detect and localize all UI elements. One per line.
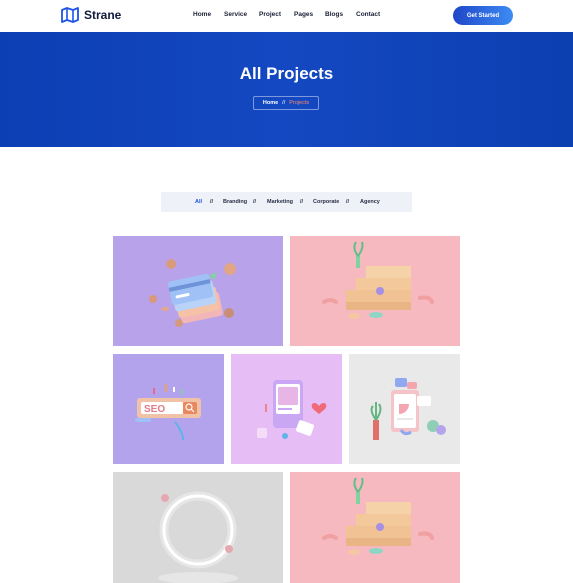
map-icon <box>61 7 79 23</box>
brand-logo[interactable]: Strane <box>61 7 121 23</box>
project-card-phone[interactable] <box>231 354 342 464</box>
nav-home[interactable]: Home <box>193 11 211 18</box>
breadcrumb-current: Projects <box>289 100 310 106</box>
page-title: All Projects <box>239 64 334 83</box>
site-header: Strane Home Service Project Pages Blogs … <box>0 0 573 32</box>
nav-contact[interactable]: Contact <box>356 11 380 18</box>
glowing-ring-illustration <box>158 491 238 583</box>
nav-service[interactable]: Service <box>224 11 247 18</box>
nav-pages[interactable]: Pages <box>294 11 313 18</box>
filter-separator: // <box>300 199 304 205</box>
project-card-ring[interactable] <box>113 472 283 583</box>
credit-cards-illustration <box>149 259 236 327</box>
page-hero: All Projects Home // Projects <box>0 32 573 147</box>
filter-separator: // <box>210 199 214 205</box>
project-card-credit-cards[interactable] <box>113 236 283 346</box>
analytics-illustration <box>370 378 446 440</box>
project-card-analytics[interactable] <box>349 354 460 464</box>
get-started-button[interactable]: Get Started <box>453 6 513 25</box>
breadcrumb-home-link[interactable]: Home <box>263 100 278 106</box>
filter-corporate[interactable]: Corporate <box>313 199 339 205</box>
filter-branding[interactable]: Branding <box>223 199 247 205</box>
filter-separator: // <box>346 199 350 205</box>
filter-agency[interactable]: Agency <box>360 199 380 205</box>
brand-name: Strane <box>84 8 122 22</box>
filter-marketing[interactable]: Marketing <box>267 199 293 205</box>
filter-all[interactable]: All <box>195 199 202 205</box>
phone-illustration <box>257 380 327 439</box>
breadcrumb: Home // Projects <box>253 96 319 110</box>
staircase-illustration <box>322 241 434 319</box>
project-card-seo[interactable]: SEO <box>113 354 224 464</box>
filter-separator: // <box>253 199 257 205</box>
project-card-staircase-2[interactable] <box>290 472 460 583</box>
project-filter-bar: All // Branding // Marketing // Corporat… <box>161 192 412 212</box>
nav-project[interactable]: Project <box>259 11 281 18</box>
seo-illustration: SEO <box>135 384 201 441</box>
project-card-staircase[interactable] <box>290 236 460 346</box>
staircase-illustration <box>322 477 434 555</box>
svg-text:SEO: SEO <box>144 404 165 415</box>
nav-blogs[interactable]: Blogs <box>325 11 343 18</box>
breadcrumb-separator: // <box>282 100 286 106</box>
